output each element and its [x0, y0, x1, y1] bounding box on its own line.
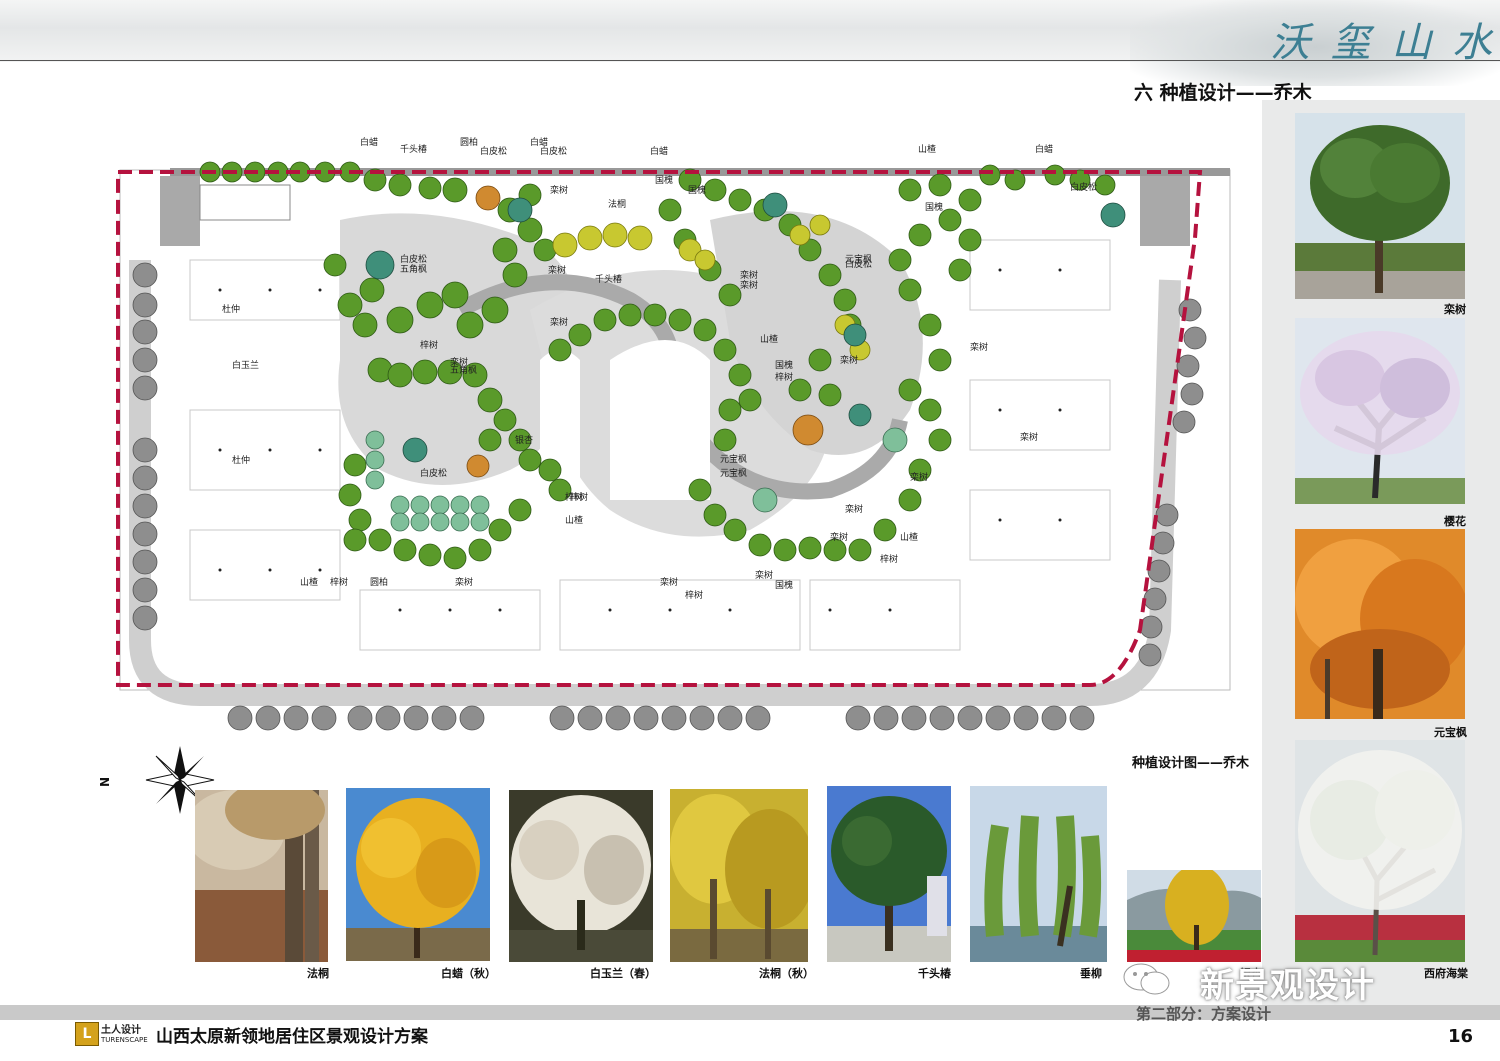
photo-koelreuteria [1295, 113, 1465, 299]
plant-label: 国槐 [688, 184, 706, 196]
plant-label: 栾树 [740, 269, 758, 281]
plant-label: 银杏 [515, 434, 533, 446]
plant-label: 五角枫 [450, 364, 477, 376]
plant-label: 白玉兰 [232, 359, 259, 371]
footer-bar [0, 1005, 1500, 1020]
plant-label: 法桐 [608, 198, 626, 210]
plant-label: 栾树 [660, 576, 678, 588]
plant-label: 白蜡 [1035, 143, 1053, 155]
photo-caption: 法桐 [307, 967, 329, 980]
photo-caption: 樱花 [1444, 515, 1466, 528]
north-label: N [98, 776, 113, 788]
plant-label: 国槐 [775, 359, 793, 371]
photo-caption: 栾树 [1444, 303, 1466, 316]
plan-caption: 种植设计图——乔木 [1132, 756, 1250, 771]
plant-label: 杜仲 [222, 303, 240, 315]
plant-label: 元宝枫 [720, 467, 747, 479]
photo-caption: 法桐（秋） [759, 967, 814, 980]
photo-caption: 千头椿 [918, 967, 951, 980]
plant-label: 梓树 [420, 339, 438, 351]
watermark-text: 新景观设计 [1200, 966, 1375, 1006]
plant-label: 白皮松 [1070, 181, 1097, 193]
plant-label: 圆柏 [460, 136, 478, 148]
page-number: 16 [1448, 1026, 1474, 1047]
plant-label: 五角枫 [400, 263, 427, 275]
project-title: 山西太原新领地居住区景观设计方案 [156, 1027, 428, 1047]
photo-caption: 垂柳 [1080, 967, 1102, 980]
plant-label: 国槐 [925, 201, 943, 213]
plant-label: 梓树 [685, 589, 703, 601]
plant-label: 白皮松 [400, 253, 427, 265]
plant-label: 山楂 [565, 514, 583, 526]
photo-weeping-willow [970, 786, 1107, 962]
plant-label: 山楂 [300, 576, 318, 588]
plant-label: 栾树 [755, 569, 773, 581]
photo-ailanthus [827, 786, 951, 962]
plant-label: 白皮松 [420, 467, 447, 479]
plant-label: 国槐 [775, 579, 793, 591]
plant-label: 梓树 [570, 491, 588, 503]
wechat-icon [1123, 963, 1170, 995]
photo-caption: 西府海棠 [1424, 967, 1468, 980]
plant-label: 杜仲 [232, 454, 250, 466]
plant-label: 国槐 [655, 174, 673, 186]
photo-magnolia [509, 790, 653, 962]
plant-label: 元宝枫 [720, 453, 747, 465]
plant-label: 栾树 [1020, 431, 1038, 443]
calligraphy-title: 沃 玺 山 水 [1270, 20, 1497, 66]
brand-name-cn: 土人设计 [101, 1025, 141, 1036]
plant-label: 栾树 [840, 354, 858, 366]
photo-caption: 白蜡（秋） [441, 967, 496, 980]
plant-label: 圆柏 [370, 576, 388, 588]
photo-plane-tree-autumn [670, 789, 808, 962]
plant-label: 白蜡 [650, 145, 668, 157]
part-label: 第二部分：方案设计 [1136, 1005, 1272, 1023]
plant-label: 梓树 [775, 371, 793, 383]
plant-label: 栾树 [845, 503, 863, 515]
plant-label: 栾树 [970, 341, 988, 353]
plant-label: 梓树 [330, 576, 348, 588]
photo-ginkgo [1127, 870, 1261, 962]
photo-ash-autumn [346, 788, 490, 961]
plant-label: 山楂 [760, 333, 778, 345]
plant-label: 栾树 [740, 279, 758, 291]
plant-label: 梓树 [880, 553, 898, 565]
turenscape-logo: L [75, 1022, 99, 1046]
plant-label: 元宝枫 [845, 253, 872, 265]
photo-caption: 白玉兰（春） [590, 967, 656, 980]
plant-label: 栾树 [455, 576, 473, 588]
plant-label: 白皮松 [480, 145, 507, 157]
plant-label: 千头椿 [595, 273, 622, 285]
plant-label: 千头椿 [400, 143, 427, 155]
brand-name-en: TURENSCAPE [101, 1036, 148, 1044]
plant-label: 山楂 [918, 143, 936, 155]
plant-label: 栾树 [548, 264, 566, 276]
photo-shantung-maple [1295, 529, 1465, 719]
photo-crabapple [1295, 740, 1465, 962]
plant-label: 白蜡 [360, 136, 378, 148]
plant-label: 山楂 [900, 531, 918, 543]
planting-plan: 白蜡千头椿圆柏白皮松白蜡白皮松法桐白蜡 山楂 白蜡白皮松栾树国槐国槐栾树国槐杜仲白皮… [116, 136, 1231, 731]
plant-label: 栾树 [910, 471, 928, 483]
plant-label: 栾树 [830, 531, 848, 543]
plant-label: 白皮松 [540, 145, 567, 157]
plant-label: 栾树 [550, 184, 568, 196]
photo-cherry-blossom [1295, 318, 1465, 504]
photo-caption: 元宝枫 [1434, 726, 1467, 739]
plant-label: 栾树 [550, 316, 568, 328]
photo-plane-tree [195, 790, 328, 962]
